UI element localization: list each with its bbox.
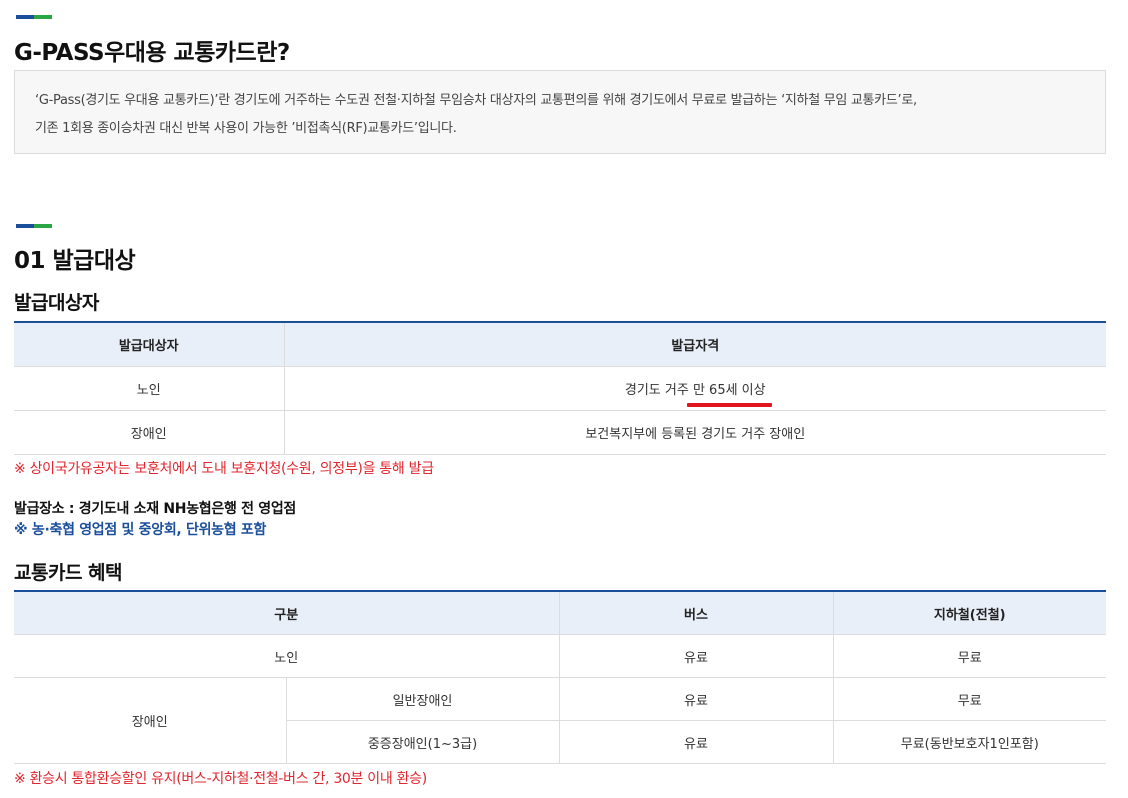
header-target: 발급대상자 bbox=[14, 322, 284, 367]
intro-description-box: ‘G-Pass(경기도 우대용 교통카드)’란 경기도에 거주하는 수도권 전철… bbox=[14, 70, 1106, 154]
cell-category-disabled: 장애인 bbox=[14, 677, 286, 764]
cell-bus-senior: 유료 bbox=[558, 634, 834, 678]
header-qualification: 발급자격 bbox=[283, 322, 1106, 367]
header-category: 구분 bbox=[14, 591, 560, 635]
section-accent-bar bbox=[16, 224, 52, 228]
cell-qualification-disabled: 보건복지부에 등록된 경기도 거주 장애인 bbox=[283, 410, 1106, 455]
cell-target-disabled: 장애인 bbox=[14, 410, 284, 455]
issuance-place-note: ※ 농·축협 영업점 및 중앙회, 단위농협 포함 bbox=[14, 522, 267, 538]
veteran-note: ※ 상이국가유공자는 보훈처에서 도내 보훈지청(수원, 의정부)을 통해 발급 bbox=[14, 461, 434, 477]
table-row: 노인 유료 무료 bbox=[14, 634, 1106, 678]
benefit-table: 구분 버스 지하철(전철) 노인 유료 무료 장애인 일반장애인 유료 무료 중… bbox=[14, 590, 1106, 764]
target-subtitle: 발급대상자 bbox=[14, 292, 99, 314]
issuance-place: 발급장소 : 경기도내 소재 NH농협은행 전 영업점 bbox=[14, 501, 297, 517]
age-highlight-text: 만 65세 이상 bbox=[692, 383, 766, 398]
section-accent-bar bbox=[16, 15, 52, 19]
table-header-row: 구분 버스 지하철(전철) bbox=[14, 591, 1106, 635]
cell-subway-general: 무료 bbox=[832, 677, 1106, 721]
cell-qualification-senior: 경기도 거주 만 65세 이상 bbox=[283, 366, 1106, 411]
intro-line-2: 기존 1회용 종이승차권 대신 반복 사용이 가능한 ’비접촉식(RF)교통카드… bbox=[35, 121, 457, 136]
header-subway: 지하철(전철) bbox=[832, 591, 1106, 635]
cell-target-senior: 노인 bbox=[14, 366, 284, 411]
header-bus: 버스 bbox=[558, 591, 834, 635]
cell-bus-general: 유료 bbox=[558, 677, 834, 721]
intro-title: G-PASS우대용 교통카드란? bbox=[14, 40, 290, 66]
cell-category-senior: 노인 bbox=[14, 634, 560, 678]
table-header-row: 발급대상자 발급자격 bbox=[14, 322, 1106, 367]
cell-bus-severe: 유료 bbox=[558, 720, 834, 764]
cell-subway-severe: 무료(동반보호자1인포함) bbox=[832, 720, 1106, 764]
table-row: 장애인 보건복지부에 등록된 경기도 거주 장애인 bbox=[14, 410, 1106, 455]
intro-line-1: ‘G-Pass(경기도 우대용 교통카드)’란 경기도에 거주하는 수도권 전철… bbox=[35, 93, 917, 108]
qualification-prefix: 경기도 거주 bbox=[624, 383, 693, 398]
target-title: 01 발급대상 bbox=[14, 248, 136, 274]
age-highlight: 만 65세 이상 bbox=[686, 379, 772, 407]
table-row: 장애인 일반장애인 유료 무료 bbox=[14, 677, 1106, 764]
red-underline-mark bbox=[686, 403, 772, 407]
transfer-note: ※ 환승시 통합환승할인 유지(버스-지하철·전철-버스 간, 30분 이내 환… bbox=[14, 771, 427, 787]
cell-sub-severe: 중증장애인(1~3급) bbox=[285, 720, 560, 764]
cell-subway-senior: 무료 bbox=[832, 634, 1106, 678]
benefit-subtitle: 교통카드 혜택 bbox=[14, 562, 123, 584]
table-row: 노인 경기도 거주 만 65세 이상 bbox=[14, 366, 1106, 411]
target-table: 발급대상자 발급자격 노인 경기도 거주 만 65세 이상 장애인 보건복지부에… bbox=[14, 321, 1106, 455]
cell-sub-general: 일반장애인 bbox=[285, 677, 560, 721]
